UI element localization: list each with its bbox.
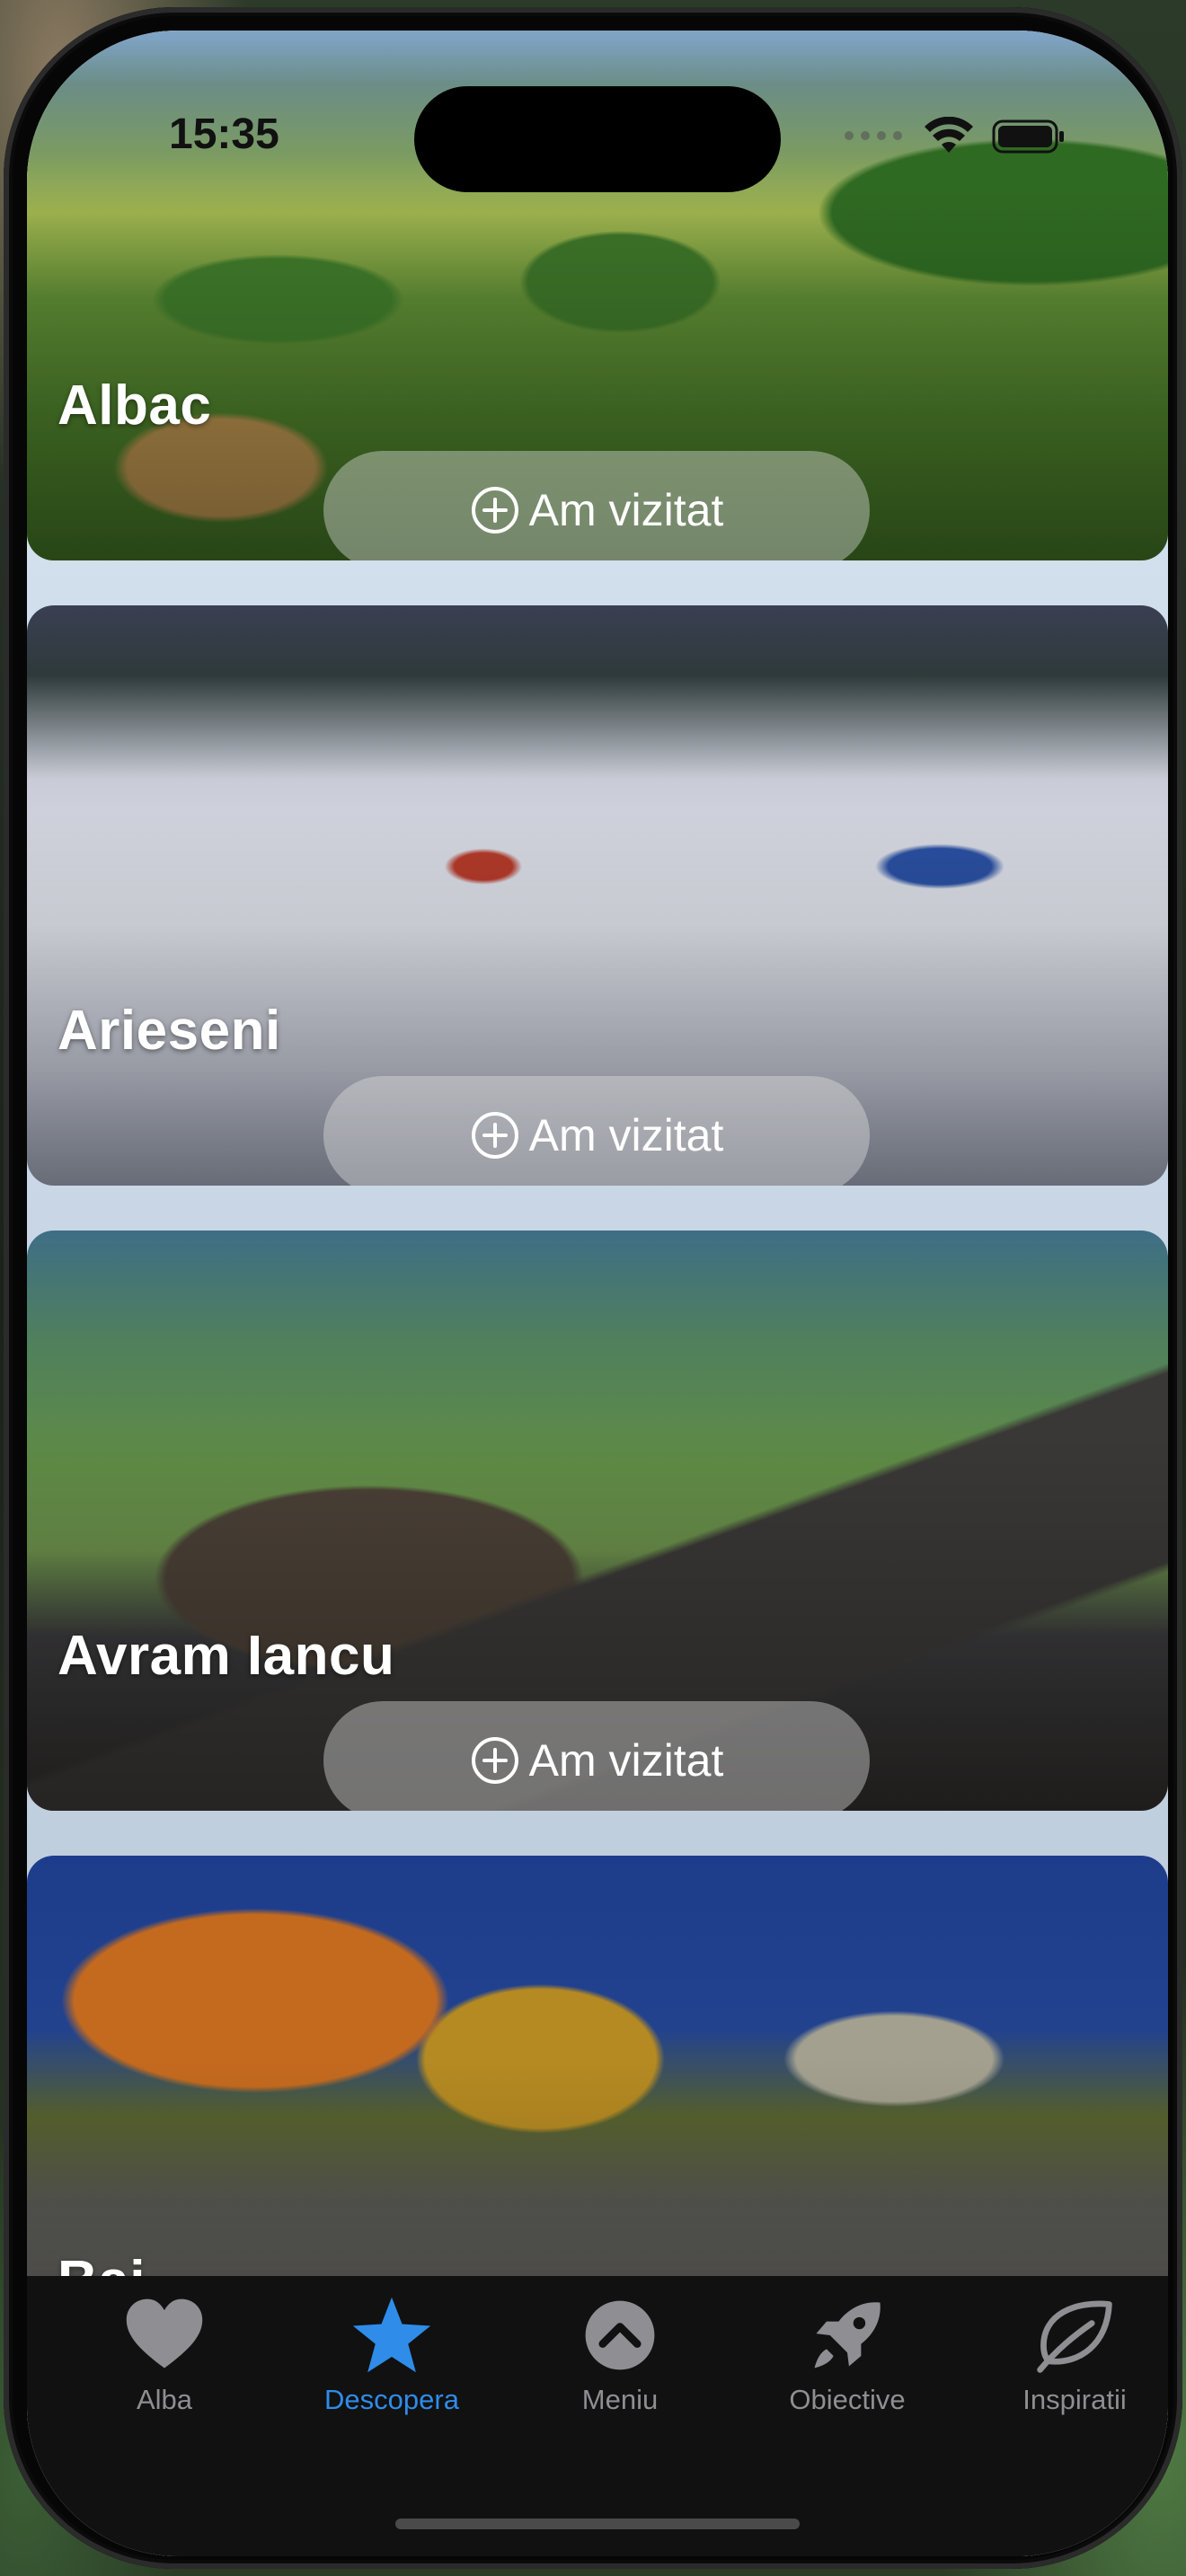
tab-alba[interactable]: Alba <box>75 2292 254 2427</box>
heart-icon <box>126 2298 203 2369</box>
leaf-icon <box>1037 2300 1112 2373</box>
wifi-icon <box>925 117 973 153</box>
star-icon <box>352 2297 431 2373</box>
visited-button-label: Am vizitat <box>528 1110 724 1160</box>
tab-label: Inspiratii <box>1022 2384 1127 2415</box>
tab-obiective[interactable]: Obiective <box>757 2292 937 2427</box>
place-card-avram-iancu[interactable]: Avram Iancu Am vizitat <box>27 1231 1168 1811</box>
rocket-icon <box>814 2302 881 2369</box>
battery-icon <box>992 119 1064 154</box>
plus-circle-icon <box>471 487 518 534</box>
tab-label: Obiective <box>789 2384 906 2415</box>
place-title: Arieseni <box>58 1000 281 1062</box>
tab-bar: Alba Descopera Meniu Obiective Inspirati… <box>27 2276 1168 2556</box>
place-card-arieseni[interactable]: Arieseni Am vizitat <box>27 605 1168 1186</box>
visited-button[interactable]: Am vizitat <box>323 1701 870 1811</box>
visited-button[interactable]: Am vizitat <box>323 451 870 560</box>
chevron-up-circle-icon <box>585 2300 655 2370</box>
visited-button-label: Am vizitat <box>528 1735 724 1786</box>
places-list[interactable]: Albac Am vizitat Arieseni Am vizitat Avr… <box>27 31 1168 2556</box>
visited-button[interactable]: Am vizitat <box>323 1076 870 1186</box>
plus-circle-icon <box>471 1737 518 1784</box>
dynamic-island <box>414 86 781 192</box>
cellular-signal-icon <box>845 131 902 140</box>
screen: 15:35 Albac Am vizitat Arieseni Am vizit… <box>27 31 1168 2556</box>
tab-inspiratii[interactable]: Inspiratii <box>985 2292 1164 2427</box>
visited-button-label: Am vizitat <box>528 485 724 535</box>
phone-frame: 15:35 Albac Am vizitat Arieseni Am vizit… <box>4 7 1182 2569</box>
status-time: 15:35 <box>169 110 279 158</box>
place-title: Albac <box>58 375 212 437</box>
tab-label: Alba <box>136 2384 193 2415</box>
plus-circle-icon <box>471 1112 518 1159</box>
tab-label: Descopera <box>324 2384 459 2415</box>
home-indicator[interactable] <box>395 2519 800 2529</box>
tab-label: Meniu <box>581 2384 659 2415</box>
place-title: Avram Iancu <box>58 1625 395 1687</box>
status-bar: 15:35 <box>27 31 1168 192</box>
tab-descopera[interactable]: Descopera <box>302 2292 482 2427</box>
tab-meniu[interactable]: Meniu <box>530 2292 710 2427</box>
